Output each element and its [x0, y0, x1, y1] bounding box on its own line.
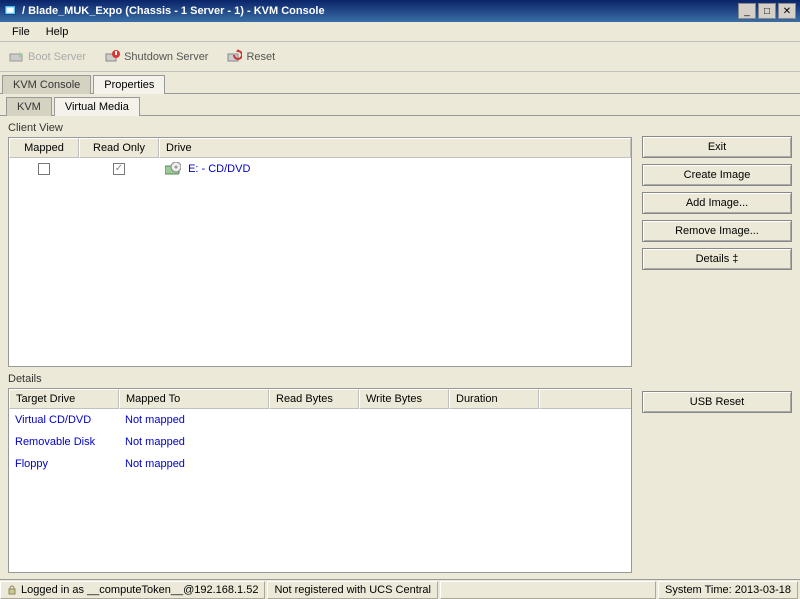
tab-kvm-console[interactable]: KVM Console: [2, 75, 91, 94]
client-view-grid: Mapped Read Only Drive E: -: [8, 137, 632, 367]
write-bytes-cell: [359, 440, 449, 444]
read-bytes-cell: [269, 440, 359, 444]
status-login: Logged in as __computeToken__@192.168.1.…: [0, 581, 265, 599]
col-read-only[interactable]: Read Only: [79, 138, 159, 158]
boot-server-icon: [8, 49, 24, 65]
remove-image-button[interactable]: Remove Image...: [642, 220, 792, 242]
col-duration[interactable]: Duration: [449, 389, 539, 409]
details-label: Details: [8, 373, 632, 385]
col-write-bytes[interactable]: Write Bytes: [359, 389, 449, 409]
status-spacer: [440, 581, 656, 599]
menu-file[interactable]: File: [4, 24, 38, 40]
client-view-row[interactable]: E: - CD/DVD: [9, 158, 631, 180]
menubar: File Help: [0, 22, 800, 42]
col-read-bytes[interactable]: Read Bytes: [269, 389, 359, 409]
close-button[interactable]: ✕: [778, 3, 796, 19]
col-target-drive[interactable]: Target Drive: [9, 389, 119, 409]
toolbar: Boot Server Shutdown Server Reset: [0, 42, 800, 72]
shutdown-server-button[interactable]: Shutdown Server: [104, 49, 208, 65]
duration-cell: [449, 440, 539, 444]
tab-virtual-media[interactable]: Virtual Media: [54, 97, 140, 116]
mapped-to-cell: Not mapped: [119, 434, 269, 450]
add-image-button[interactable]: Add Image...: [642, 192, 792, 214]
create-image-button[interactable]: Create Image: [642, 164, 792, 186]
target-drive-cell: Virtual CD/DVD: [9, 412, 119, 428]
boot-server-label: Boot Server: [28, 51, 86, 63]
cd-dvd-icon: [165, 162, 181, 176]
readonly-checkbox[interactable]: [113, 163, 125, 175]
target-drive-cell: Floppy: [9, 456, 119, 472]
exit-button[interactable]: Exit: [642, 136, 792, 158]
col-mapped[interactable]: Mapped: [9, 138, 79, 158]
shutdown-server-label: Shutdown Server: [124, 51, 208, 63]
details-button[interactable]: Details ‡: [642, 248, 792, 270]
write-bytes-cell: [359, 462, 449, 466]
table-row[interactable]: Floppy Not mapped: [9, 453, 631, 475]
window-title: / Blade_MUK_Expo (Chassis - 1 Server - 1…: [22, 5, 736, 17]
top-tabs: KVM Console Properties: [0, 72, 800, 94]
statusbar: Logged in as __computeToken__@192.168.1.…: [0, 579, 800, 599]
col-drive[interactable]: Drive: [159, 138, 631, 158]
tab-kvm[interactable]: KVM: [6, 97, 52, 116]
reset-label: Reset: [246, 51, 275, 63]
usb-reset-button[interactable]: USB Reset: [642, 391, 792, 413]
details-grid: Target Drive Mapped To Read Bytes Write …: [8, 388, 632, 573]
lock-icon: [7, 585, 17, 595]
drive-label: E: - CD/DVD: [188, 163, 250, 175]
shutdown-server-icon: [104, 49, 120, 65]
status-ucs: Not registered with UCS Central: [267, 581, 438, 599]
menu-help[interactable]: Help: [38, 24, 77, 40]
table-row[interactable]: Removable Disk Not mapped: [9, 431, 631, 453]
col-mapped-to[interactable]: Mapped To: [119, 389, 269, 409]
content-area: Client View Mapped Read Only Drive: [0, 116, 800, 579]
client-view-label: Client View: [8, 122, 632, 134]
read-bytes-cell: [269, 462, 359, 466]
app-icon: [4, 4, 18, 18]
duration-cell: [449, 462, 539, 466]
titlebar: / Blade_MUK_Expo (Chassis - 1 Server - 1…: [0, 0, 800, 22]
minimize-button[interactable]: _: [738, 3, 756, 19]
tab-properties[interactable]: Properties: [93, 75, 165, 94]
read-bytes-cell: [269, 418, 359, 422]
boot-server-button[interactable]: Boot Server: [8, 49, 86, 65]
maximize-button[interactable]: □: [758, 3, 776, 19]
mapped-checkbox[interactable]: [38, 163, 50, 175]
mapped-to-cell: Not mapped: [119, 456, 269, 472]
reset-icon: [226, 49, 242, 65]
table-row[interactable]: Virtual CD/DVD Not mapped: [9, 409, 631, 431]
reset-button[interactable]: Reset: [226, 49, 275, 65]
write-bytes-cell: [359, 418, 449, 422]
status-time: System Time: 2013-03-18: [658, 581, 798, 599]
target-drive-cell: Removable Disk: [9, 434, 119, 450]
sub-tabs: KVM Virtual Media: [0, 94, 800, 116]
mapped-to-cell: Not mapped: [119, 412, 269, 428]
duration-cell: [449, 418, 539, 422]
